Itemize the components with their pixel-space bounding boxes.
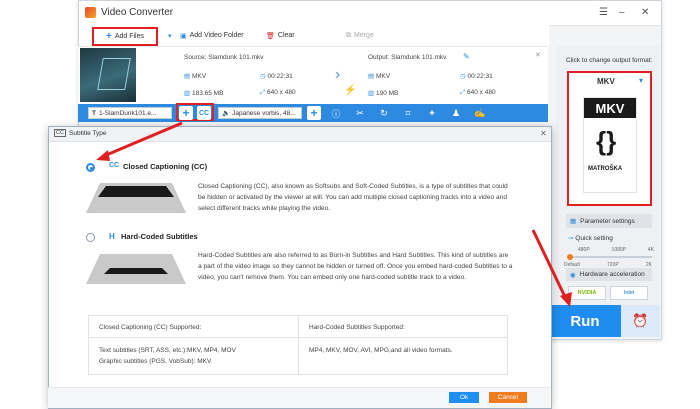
annotation-arrow-run	[531, 229, 568, 300]
annotation-arrows	[96, 121, 572, 307]
annotation-arrowhead-run	[560, 292, 572, 307]
annotation-arrowhead-cc	[96, 150, 110, 161]
annotation-arrow-cc	[103, 121, 183, 158]
